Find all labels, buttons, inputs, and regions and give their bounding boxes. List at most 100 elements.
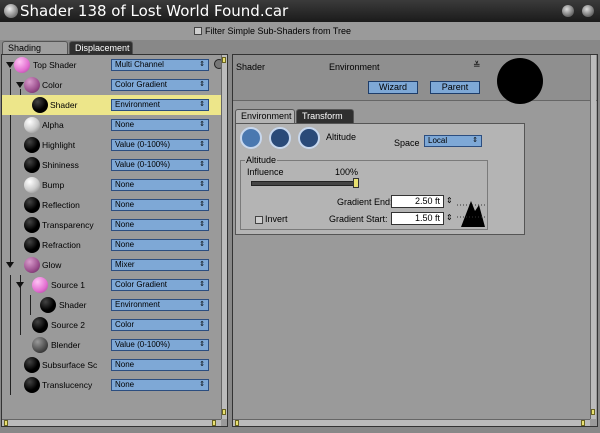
shader-type-value: None bbox=[115, 220, 135, 229]
tree-row-shader-selected[interactable]: Shader Environment ⇕ bbox=[2, 95, 227, 115]
minimize-window-icon[interactable] bbox=[562, 5, 574, 17]
shader-type-select[interactable]: Multi Channel ⇕ bbox=[111, 59, 209, 71]
chevron-updown-icon: ⇕ bbox=[199, 281, 205, 288]
filter-label: Filter Simple Sub-Shaders from Tree bbox=[205, 26, 352, 36]
shader-type-value: Value (0-100%) bbox=[115, 340, 170, 349]
space-select[interactable]: Local ⇕ bbox=[424, 135, 482, 147]
stepper-icon[interactable]: ⇕ bbox=[446, 196, 453, 205]
tree-row-source-2[interactable]: Source 2 Color ⇕ bbox=[2, 315, 227, 335]
mountain-mode-icon[interactable] bbox=[269, 127, 291, 149]
scroll-up-arrow-icon[interactable] bbox=[222, 57, 226, 63]
tree-row-label: Refraction bbox=[42, 240, 81, 250]
chevron-updown-icon: ⇕ bbox=[199, 321, 205, 328]
shader-type-select[interactable]: None ⇕ bbox=[111, 359, 209, 371]
gradient-start-field[interactable]: 1.50 ft bbox=[391, 212, 444, 225]
shader-type-select[interactable]: None ⇕ bbox=[111, 219, 209, 231]
scroll-left-arrow-icon[interactable] bbox=[235, 420, 239, 426]
shader-preview-ball bbox=[32, 97, 48, 113]
peak-mode-icon[interactable] bbox=[298, 127, 320, 149]
shader-type-select[interactable]: None ⇕ bbox=[111, 379, 209, 391]
chevron-updown-icon: ⇕ bbox=[199, 241, 205, 248]
influence-slider-handle[interactable] bbox=[353, 178, 359, 188]
disclosure-triangle-icon[interactable] bbox=[6, 262, 14, 268]
tree-row-source-1-shader[interactable]: Shader Environment ⇕ bbox=[2, 295, 227, 315]
shader-type-select[interactable]: Value (0-100%) ⇕ bbox=[111, 339, 209, 351]
tab-environment[interactable]: Environment bbox=[235, 109, 295, 123]
filter-checkbox[interactable] bbox=[194, 27, 202, 35]
tree-row-label: Subsurface Sc bbox=[42, 360, 98, 370]
tree-row-label: Top Shader bbox=[33, 60, 77, 70]
scroll-down-arrow-icon[interactable] bbox=[222, 409, 226, 415]
close-window-icon[interactable] bbox=[4, 4, 18, 18]
gradient-end-field[interactable]: 2.50 ft bbox=[391, 195, 444, 208]
shader-type-select[interactable]: Environment ⇕ bbox=[111, 99, 209, 111]
shader-preview-ball bbox=[24, 77, 40, 93]
shader-type-value: Value (0-100%) bbox=[115, 140, 170, 149]
shader-type-select[interactable]: None ⇕ bbox=[111, 199, 209, 211]
shader-preview-ball bbox=[24, 137, 40, 153]
shader-type-select[interactable]: Color Gradient ⇕ bbox=[111, 279, 209, 291]
tree-row-alpha[interactable]: Alpha None ⇕ bbox=[2, 115, 227, 135]
tab-transform[interactable]: Transform bbox=[296, 109, 354, 123]
tree-row-subsurface[interactable]: Subsurface Sc None ⇕ bbox=[2, 355, 227, 375]
tree-row-top-shader[interactable]: Top Shader Multi Channel ⇕ bbox=[2, 55, 227, 75]
editor-horizontal-scrollbar[interactable] bbox=[233, 419, 590, 426]
tree-row-reflection[interactable]: Reflection None ⇕ bbox=[2, 195, 227, 215]
shader-type-select[interactable]: Value (0-100%) ⇕ bbox=[111, 159, 209, 171]
tree-row-source-1[interactable]: Source 1 Color Gradient ⇕ bbox=[2, 275, 227, 295]
tree-row-highlight[interactable]: Highlight Value (0-100%) ⇕ bbox=[2, 135, 227, 155]
shader-type-select[interactable]: Color Gradient ⇕ bbox=[111, 79, 209, 91]
tree-row-blender[interactable]: Blender Value (0-100%) ⇕ bbox=[2, 335, 227, 355]
scroll-left-arrow-icon[interactable] bbox=[4, 420, 8, 426]
tab-displacement[interactable]: Displacement bbox=[69, 41, 133, 55]
invert-checkbox[interactable] bbox=[255, 216, 263, 224]
collapse-chevron-icon[interactable]: ≚ bbox=[473, 60, 481, 71]
zoom-window-icon[interactable] bbox=[582, 5, 594, 17]
tree-row-color[interactable]: Color Color Gradient ⇕ bbox=[2, 75, 227, 95]
shader-type-select[interactable]: None ⇕ bbox=[111, 119, 209, 131]
wizard-button[interactable]: Wizard bbox=[368, 81, 418, 94]
shader-type-select[interactable]: Value (0-100%) ⇕ bbox=[111, 139, 209, 151]
stepper-icon[interactable]: ⇕ bbox=[446, 213, 453, 222]
altitude-group: Altitude Influence 100% Invert Gradient … bbox=[240, 155, 488, 230]
tree-row-glow[interactable]: Glow Mixer ⇕ bbox=[2, 255, 227, 275]
shader-preview-ball bbox=[24, 197, 40, 213]
altitude-mode-icon[interactable] bbox=[240, 127, 262, 149]
shader-preview-ball bbox=[32, 317, 48, 333]
filter-strip: Filter Simple Sub-Shaders from Tree bbox=[0, 22, 600, 40]
tree-row-label: Highlight bbox=[42, 140, 76, 150]
shader-type-select[interactable]: Color ⇕ bbox=[111, 319, 209, 331]
shader-type-select[interactable]: None ⇕ bbox=[111, 239, 209, 251]
disclosure-triangle-icon[interactable] bbox=[16, 282, 24, 288]
editor-vertical-scrollbar[interactable] bbox=[590, 55, 596, 419]
tree-row-translucency[interactable]: Translucency None ⇕ bbox=[2, 375, 227, 395]
shader-type-value: None bbox=[115, 120, 135, 129]
shader-type-value: Environment bbox=[115, 100, 160, 109]
scroll-down-arrow-icon[interactable] bbox=[591, 409, 595, 415]
scroll-right-arrow-icon[interactable] bbox=[212, 420, 216, 426]
shader-preview-ball bbox=[24, 217, 40, 233]
shader-type-value: Environment bbox=[115, 300, 160, 309]
tree-horizontal-scrollbar[interactable] bbox=[2, 419, 221, 426]
parent-button[interactable]: Parent bbox=[430, 81, 480, 94]
tree-row-transparency[interactable]: Transparency None ⇕ bbox=[2, 215, 227, 235]
tree-vertical-scrollbar[interactable] bbox=[221, 55, 227, 419]
disclosure-triangle-icon[interactable] bbox=[16, 82, 24, 88]
chevron-updown-icon: ⇕ bbox=[199, 341, 205, 348]
tree-row-label: Shader bbox=[59, 300, 87, 310]
tree-row-refraction[interactable]: Refraction None ⇕ bbox=[2, 235, 227, 255]
scroll-right-arrow-icon[interactable] bbox=[581, 420, 585, 426]
influence-slider[interactable] bbox=[251, 181, 359, 186]
tab-shading[interactable]: Shading bbox=[2, 41, 68, 55]
shader-type-select[interactable]: Environment ⇕ bbox=[111, 299, 209, 311]
space-value: Local bbox=[428, 136, 448, 145]
shader-preview-ball bbox=[24, 177, 40, 193]
tree-row-bump[interactable]: Bump None ⇕ bbox=[2, 175, 227, 195]
title-bar: Shader 138 of Lost World Found.car bbox=[0, 0, 600, 22]
shader-type-select[interactable]: None ⇕ bbox=[111, 179, 209, 191]
tree-row-shininess[interactable]: Shininess Value (0-100%) ⇕ bbox=[2, 155, 227, 175]
disclosure-triangle-icon[interactable] bbox=[6, 62, 14, 68]
shader-type-select[interactable]: Mixer ⇕ bbox=[111, 259, 209, 271]
shader-type-value: None bbox=[115, 180, 135, 189]
chevron-updown-icon: ⇕ bbox=[199, 221, 205, 228]
